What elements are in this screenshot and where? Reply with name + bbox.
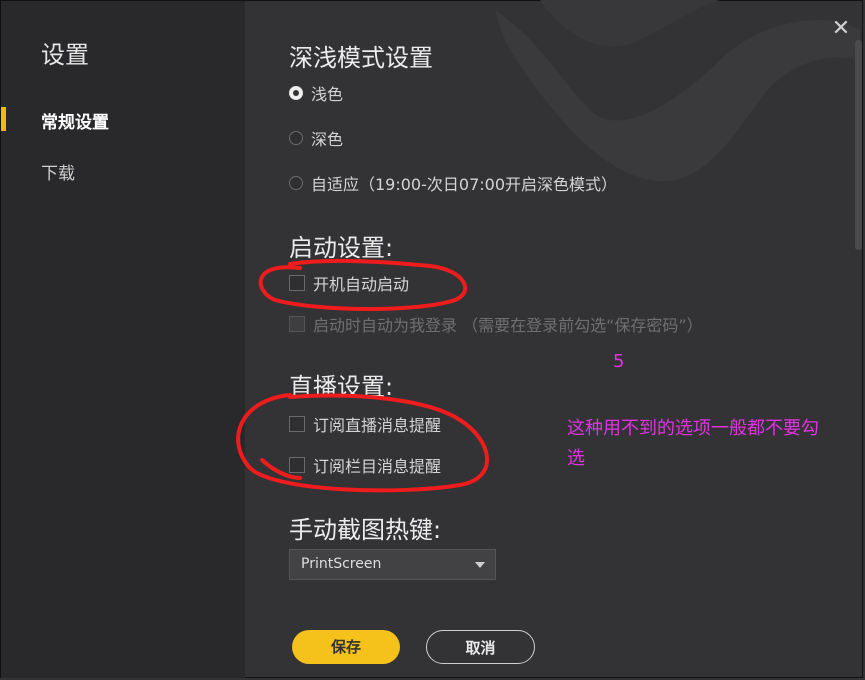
live-section-title: 直播设置: (289, 373, 394, 401)
hotkey-select[interactable]: PrintScreen (289, 549, 496, 580)
save-button[interactable]: 保存 (292, 630, 400, 664)
checkbox-column-notify[interactable]: 订阅栏目消息提醒 (289, 453, 441, 477)
radio-adaptive-label: 自适应（19:00-次日07:00开启深色模式） (311, 175, 617, 194)
checkbox-autologin: 启动时自动为我登录 （需要在登录前勾选“保存密码”） (289, 312, 703, 336)
checkbox-live-notify[interactable]: 订阅直播消息提醒 (289, 412, 441, 436)
close-icon[interactable]: ✕ (830, 18, 852, 40)
checkbox-live-notify-label: 订阅直播消息提醒 (313, 416, 442, 435)
checkbox-icon (289, 457, 305, 473)
chevron-down-icon (475, 562, 485, 568)
checkbox-disabled-icon (289, 316, 305, 332)
checkbox-autostart[interactable]: 开机自动启动 (289, 271, 409, 295)
checkbox-column-notify-label: 订阅栏目消息提醒 (313, 457, 442, 476)
checkbox-autologin-label: 启动时自动为我登录 （需要在登录前勾选“保存密码”） (313, 316, 703, 335)
cancel-button[interactable]: 取消 (426, 630, 535, 664)
hotkey-section-title: 手动截图热键: (289, 516, 442, 544)
radio-dark[interactable]: 深色 (289, 126, 343, 150)
radio-light[interactable]: 浅色 (289, 81, 343, 105)
radio-dark-label: 深色 (311, 130, 344, 149)
radio-selected-icon (289, 86, 303, 100)
checkbox-autostart-label: 开机自动启动 (313, 275, 410, 294)
annotation-note-line2: 选 (567, 448, 585, 469)
annotation-note-line1: 这种用不到的选项一般都不要勾 (567, 418, 819, 439)
radio-adaptive[interactable]: 自适应（19:00-次日07:00开启深色模式） (289, 171, 617, 195)
scrollbar[interactable] (855, 40, 862, 250)
hotkey-select-value: PrintScreen (301, 556, 382, 572)
checkbox-icon (289, 275, 305, 291)
radio-icon (289, 176, 303, 190)
theme-section-title: 深浅模式设置 (289, 44, 433, 72)
radio-icon (289, 131, 303, 145)
checkbox-icon (289, 416, 305, 432)
radio-light-label: 浅色 (311, 85, 344, 104)
startup-section-title: 启动设置: (289, 234, 394, 262)
annotation-number: 5 (613, 351, 625, 372)
